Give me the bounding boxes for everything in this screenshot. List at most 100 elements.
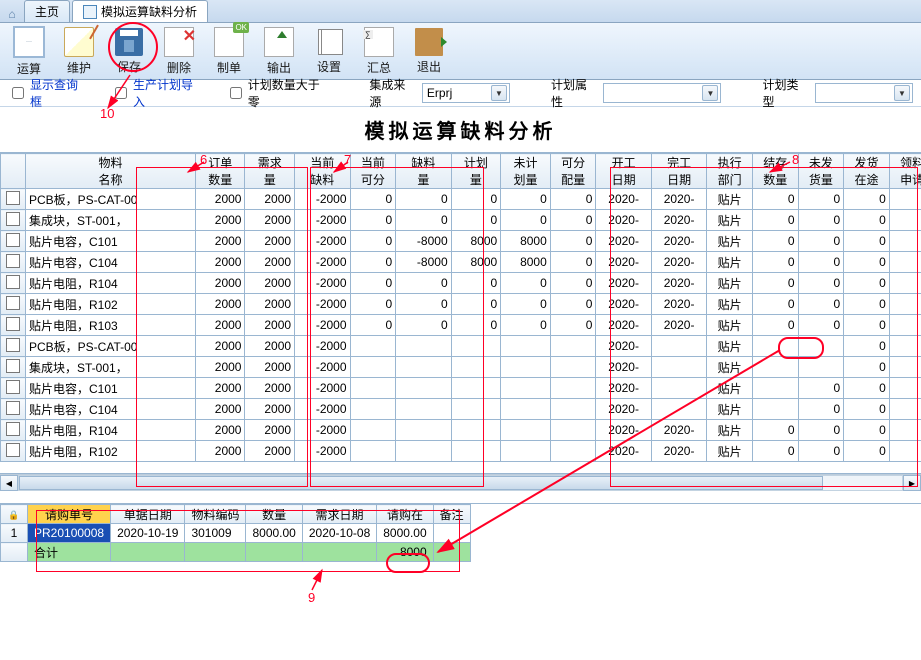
row-checkbox[interactable] (6, 275, 20, 289)
cell-pr-no[interactable]: PR20100008 (28, 524, 111, 543)
cell-name[interactable]: 贴片电阻，R103 (26, 315, 196, 336)
cell-shipping[interactable]: 0 (844, 315, 890, 336)
cell-shq[interactable]: -2000 (295, 294, 350, 315)
cell-shq[interactable]: -2000 (295, 399, 350, 420)
cell-shipping[interactable]: 0 (844, 189, 890, 210)
cell-ed[interactable]: 2020- (651, 441, 706, 462)
cell-up[interactable]: 0 (501, 210, 551, 231)
cell-alloc[interactable] (550, 420, 596, 441)
cell-od[interactable]: 2000 (195, 315, 245, 336)
scroll-right-button[interactable]: ▶ (903, 475, 921, 491)
cell-shl[interactable]: 0 (396, 189, 451, 210)
cell-plan[interactable]: 0 (451, 273, 501, 294)
cell-dept[interactable]: 贴片 (707, 189, 753, 210)
cell-matreq[interactable]: 0 (889, 420, 921, 441)
cell-matreq[interactable]: 0 (889, 441, 921, 462)
row-checkbox[interactable] (6, 401, 20, 415)
cell-od[interactable]: 2000 (195, 189, 245, 210)
cell-stock[interactable]: 0 (752, 189, 798, 210)
cell-cf[interactable]: 0 (350, 252, 396, 273)
cell-alloc[interactable]: 0 (550, 294, 596, 315)
tab-home[interactable]: 主页 (24, 0, 70, 22)
cell-unship[interactable]: 0 (798, 315, 844, 336)
cell-name[interactable]: 贴片电阻，R102 (26, 294, 196, 315)
cell-od[interactable]: 2000 (195, 294, 245, 315)
cell-od[interactable]: 2000 (195, 357, 245, 378)
col-header[interactable]: 缺料量 (396, 154, 451, 189)
cell-cf[interactable] (350, 441, 396, 462)
cell-st[interactable]: 2020- (596, 189, 651, 210)
cell-stock[interactable] (752, 336, 798, 357)
cell-unship[interactable] (798, 357, 844, 378)
cell-up[interactable] (501, 357, 551, 378)
cell-req[interactable]: 2000 (245, 399, 295, 420)
cell-alloc[interactable]: 0 (550, 231, 596, 252)
cell-od[interactable]: 2000 (195, 252, 245, 273)
cell-plan[interactable] (451, 378, 501, 399)
cell-cf[interactable] (350, 357, 396, 378)
cell-name[interactable]: 集成块，ST-001， (26, 210, 196, 231)
table-row[interactable]: 贴片电容，C10420002000-20000-8000800080000202… (1, 252, 921, 273)
cell-shl[interactable]: -8000 (396, 252, 451, 273)
cell-shq[interactable]: -2000 (295, 441, 350, 462)
cell-alloc[interactable]: 0 (550, 315, 596, 336)
cell-req[interactable]: 2000 (245, 441, 295, 462)
cell-unship[interactable]: 0 (798, 378, 844, 399)
cell-qty[interactable]: 8000.00 (246, 524, 302, 543)
cell-stock[interactable]: 0 (752, 210, 798, 231)
cell-unship[interactable]: 0 (798, 210, 844, 231)
calc-button[interactable]: 运算 (4, 24, 54, 78)
cell-shl[interactable]: -8000 (396, 231, 451, 252)
cell-st[interactable]: 2020- (596, 399, 651, 420)
cell-plan[interactable]: 0 (451, 189, 501, 210)
row-checkbox[interactable] (6, 317, 20, 331)
cell-alloc[interactable]: 0 (550, 210, 596, 231)
plan-type-select[interactable]: ▼ (815, 83, 913, 103)
cell-ed[interactable] (651, 378, 706, 399)
cell-cf[interactable] (350, 399, 396, 420)
export-button[interactable]: 输出 (254, 24, 304, 78)
cell-alloc[interactable] (550, 399, 596, 420)
cell-name[interactable]: 贴片电容，C101 (26, 378, 196, 399)
cell-up[interactable]: 0 (501, 315, 551, 336)
cell-up[interactable] (501, 378, 551, 399)
cell-unship[interactable]: 0 (798, 294, 844, 315)
show-query-checkbox[interactable]: 显示查询框 (8, 76, 87, 110)
cell-st[interactable]: 2020- (596, 441, 651, 462)
table-row[interactable]: 贴片电阻，R10320002000-2000000002020-2020-贴片0… (1, 315, 921, 336)
detail-col-header[interactable]: 请购单号 (28, 505, 111, 524)
detail-col-header[interactable]: 请购在 (377, 505, 433, 524)
cell-shq[interactable]: -2000 (295, 315, 350, 336)
row-checkbox[interactable] (6, 212, 20, 226)
cell-shipping[interactable]: 0 (844, 210, 890, 231)
cell-po[interactable]: 8000.00 (377, 524, 433, 543)
cell-st[interactable]: 2020- (596, 357, 651, 378)
table-row[interactable]: PCB板，PS-CAT-0020002000-2000000002020-202… (1, 189, 921, 210)
row-checkbox[interactable] (6, 254, 20, 268)
cell-req[interactable]: 2000 (245, 336, 295, 357)
cell-shq[interactable]: -2000 (295, 357, 350, 378)
cell-plan[interactable]: 0 (451, 294, 501, 315)
col-header[interactable]: 当前可分 (350, 154, 396, 189)
cell-cf[interactable]: 0 (350, 273, 396, 294)
cell-ed[interactable]: 2020- (651, 294, 706, 315)
cell-cf[interactable]: 0 (350, 231, 396, 252)
cell-name[interactable]: 贴片电阻，R104 (26, 420, 196, 441)
cell-shl[interactable]: 0 (396, 273, 451, 294)
cell-cf[interactable]: 0 (350, 189, 396, 210)
cell-matreq[interactable]: 0 (889, 273, 921, 294)
cell-stock[interactable] (752, 378, 798, 399)
col-header[interactable]: 当前缺料 (295, 154, 350, 189)
cell-shq[interactable]: -2000 (295, 378, 350, 399)
cell-code[interactable]: 301009 (185, 524, 246, 543)
cell-unship[interactable] (798, 336, 844, 357)
settings-button[interactable]: 设置 (304, 24, 354, 78)
cell-up[interactable] (501, 399, 551, 420)
row-checkbox[interactable] (6, 359, 20, 373)
scroll-left-button[interactable]: ◀ (0, 475, 18, 491)
cell-stock[interactable]: 0 (752, 441, 798, 462)
cell-shipping[interactable]: 0 (844, 357, 890, 378)
cell-matreq[interactable]: 0 (889, 189, 921, 210)
col-header[interactable]: 领料申请 (889, 154, 921, 189)
cell-shl[interactable] (396, 441, 451, 462)
